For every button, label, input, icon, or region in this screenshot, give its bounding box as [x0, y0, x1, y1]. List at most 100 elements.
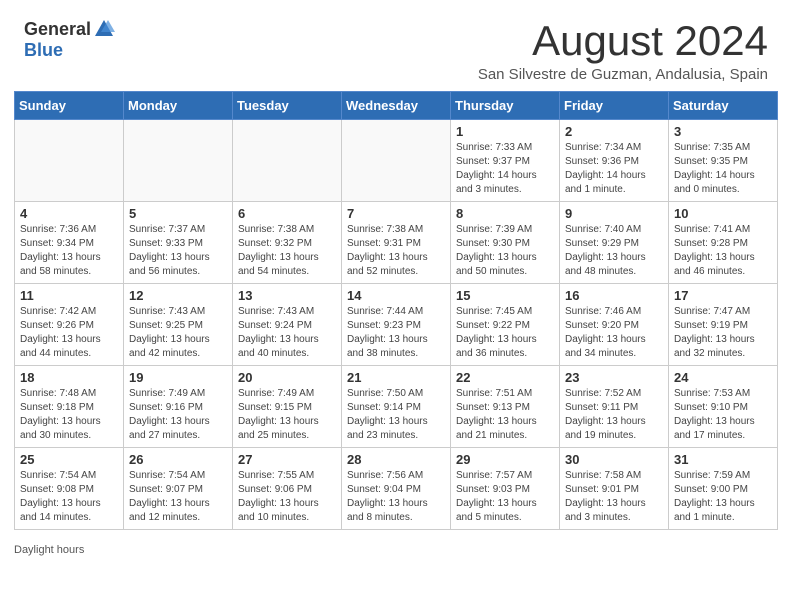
- day-number: 1: [456, 124, 554, 139]
- day-info: Sunrise: 7:33 AM Sunset: 9:37 PM Dayligh…: [456, 141, 554, 197]
- calendar-cell: 9 Sunrise: 7:40 AM Sunset: 9:29 PM Daylig…: [560, 202, 669, 284]
- calendar-cell: 30 Sunrise: 7:58 AM Sunset: 9:01 PM Dayli…: [560, 448, 669, 530]
- calendar-cell: 31 Sunrise: 7:59 AM Sunset: 9:00 PM Dayli…: [669, 448, 778, 530]
- day-info: Sunrise: 7:34 AM Sunset: 9:36 PM Dayligh…: [565, 141, 663, 197]
- day-number: 3: [674, 124, 772, 139]
- calendar-cell: 5 Sunrise: 7:37 AM Sunset: 9:33 PM Daylig…: [124, 202, 233, 284]
- calendar-cell: 27Sunrise: 7:55 AM Sunset: 9:06 PM Dayli…: [233, 448, 342, 530]
- day-number: 9: [565, 206, 663, 221]
- day-number: 2: [565, 124, 663, 139]
- day-number: 15: [456, 288, 554, 303]
- calendar-cell: 23 Sunrise: 7:52 AM Sunset: 9:11 PM Dayli…: [560, 366, 669, 448]
- calendar-cell: [233, 120, 342, 202]
- day-header-wednesday: Wednesday: [342, 92, 451, 120]
- calendar-cell: [15, 120, 124, 202]
- logo: General Blue: [24, 18, 115, 61]
- calendar-cell: 29Sunrise: 7:57 AM Sunset: 9:03 PM Dayli…: [451, 448, 560, 530]
- day-info: Sunrise: 7:58 AM Sunset: 9:01 PM Dayligh…: [565, 469, 663, 525]
- calendar-cell: 21Sunrise: 7:50 AM Sunset: 9:14 PM Dayli…: [342, 366, 451, 448]
- day-header-monday: Monday: [124, 92, 233, 120]
- day-number: 22: [456, 370, 554, 385]
- calendar-cell: 24Sunrise: 7:53 AM Sunset: 9:10 PM Dayli…: [669, 366, 778, 448]
- day-info: Sunrise: 7:47 AM Sunset: 9:19 PM Dayligh…: [674, 305, 772, 361]
- day-number: 28: [347, 452, 445, 467]
- day-number: 26: [129, 452, 227, 467]
- day-info: Sunrise: 7:51 AM Sunset: 9:13 PM Dayligh…: [456, 387, 554, 443]
- calendar-cell: 19 Sunrise: 7:49 AM Sunset: 9:16 PM Dayli…: [124, 366, 233, 448]
- day-info: Sunrise: 7:37 AM Sunset: 9:33 PM Dayligh…: [129, 223, 227, 279]
- calendar-cell: 1 Sunrise: 7:33 AM Sunset: 9:37 PM Daylig…: [451, 120, 560, 202]
- month-year: August 2024: [478, 18, 768, 64]
- day-header-friday: Friday: [560, 92, 669, 120]
- calendar-cell: [342, 120, 451, 202]
- day-info: Sunrise: 7:50 AM Sunset: 9:14 PM Dayligh…: [347, 387, 445, 443]
- day-info: Sunrise: 7:59 AM Sunset: 9:00 PM Dayligh…: [674, 469, 772, 525]
- day-number: 8: [456, 206, 554, 221]
- calendar-cell: 28 Sunrise: 7:56 AM Sunset: 9:04 PM Dayli…: [342, 448, 451, 530]
- day-info: Sunrise: 7:45 AM Sunset: 9:22 PM Dayligh…: [456, 305, 554, 361]
- day-info: Sunrise: 7:43 AM Sunset: 9:25 PM Dayligh…: [129, 305, 227, 361]
- title-area: August 2024 San Silvestre de Guzman, And…: [478, 18, 768, 83]
- day-info: Sunrise: 7:42 AM Sunset: 9:26 PM Dayligh…: [20, 305, 118, 361]
- calendar-cell: 13 Sunrise: 7:43 AM Sunset: 9:24 PM Dayli…: [233, 284, 342, 366]
- day-info: Sunrise: 7:49 AM Sunset: 9:16 PM Dayligh…: [129, 387, 227, 443]
- day-info: Sunrise: 7:53 AM Sunset: 9:10 PM Dayligh…: [674, 387, 772, 443]
- calendar-week-3: 11 Sunrise: 7:42 AM Sunset: 9:26 PM Dayli…: [15, 284, 778, 366]
- calendar-cell: [124, 120, 233, 202]
- calendar-table: SundayMondayTuesdayWednesdayThursdayFrid…: [14, 91, 778, 530]
- day-info: Sunrise: 7:35 AM Sunset: 9:35 PM Dayligh…: [674, 141, 772, 197]
- calendar-cell: 15 Sunrise: 7:45 AM Sunset: 9:22 PM Dayli…: [451, 284, 560, 366]
- day-info: Sunrise: 7:44 AM Sunset: 9:23 PM Dayligh…: [347, 305, 445, 361]
- day-number: 5: [129, 206, 227, 221]
- calendar-cell: 10Sunrise: 7:41 AM Sunset: 9:28 PM Dayli…: [669, 202, 778, 284]
- day-number: 11: [20, 288, 118, 303]
- day-number: 31: [674, 452, 772, 467]
- calendar-cell: 4 Sunrise: 7:36 AM Sunset: 9:34 PM Daylig…: [15, 202, 124, 284]
- day-info: Sunrise: 7:38 AM Sunset: 9:31 PM Dayligh…: [347, 223, 445, 279]
- day-info: Sunrise: 7:36 AM Sunset: 9:34 PM Dayligh…: [20, 223, 118, 279]
- day-info: Sunrise: 7:56 AM Sunset: 9:04 PM Dayligh…: [347, 469, 445, 525]
- day-header-tuesday: Tuesday: [233, 92, 342, 120]
- day-number: 6: [238, 206, 336, 221]
- day-info: Sunrise: 7:48 AM Sunset: 9:18 PM Dayligh…: [20, 387, 118, 443]
- page-header: General Blue August 2024 San Silvestre d…: [0, 0, 792, 91]
- day-number: 4: [20, 206, 118, 221]
- day-header-sunday: Sunday: [15, 92, 124, 120]
- day-number: 29: [456, 452, 554, 467]
- day-info: Sunrise: 7:40 AM Sunset: 9:29 PM Dayligh…: [565, 223, 663, 279]
- day-number: 23: [565, 370, 663, 385]
- calendar-cell: 6Sunrise: 7:38 AM Sunset: 9:32 PM Daylig…: [233, 202, 342, 284]
- day-number: 16: [565, 288, 663, 303]
- calendar-cell: 8 Sunrise: 7:39 AM Sunset: 9:30 PM Daylig…: [451, 202, 560, 284]
- day-info: Sunrise: 7:54 AM Sunset: 9:08 PM Dayligh…: [20, 469, 118, 525]
- calendar-cell: 17 Sunrise: 7:47 AM Sunset: 9:19 PM Dayli…: [669, 284, 778, 366]
- day-number: 30: [565, 452, 663, 467]
- day-number: 27: [238, 452, 336, 467]
- day-number: 17: [674, 288, 772, 303]
- day-info: Sunrise: 7:46 AM Sunset: 9:20 PM Dayligh…: [565, 305, 663, 361]
- logo-icon: [93, 18, 115, 40]
- day-number: 19: [129, 370, 227, 385]
- calendar-cell: 25 Sunrise: 7:54 AM Sunset: 9:08 PM Dayli…: [15, 448, 124, 530]
- day-header-thursday: Thursday: [451, 92, 560, 120]
- footer-note: Daylight hours: [0, 540, 792, 564]
- logo-general: General: [24, 19, 91, 40]
- day-number: 25: [20, 452, 118, 467]
- calendar-cell: 7Sunrise: 7:38 AM Sunset: 9:31 PM Daylig…: [342, 202, 451, 284]
- calendar-cell: 14Sunrise: 7:44 AM Sunset: 9:23 PM Dayli…: [342, 284, 451, 366]
- day-number: 18: [20, 370, 118, 385]
- calendar-cell: 22 Sunrise: 7:51 AM Sunset: 9:13 PM Dayli…: [451, 366, 560, 448]
- calendar-cell: 12Sunrise: 7:43 AM Sunset: 9:25 PM Dayli…: [124, 284, 233, 366]
- day-info: Sunrise: 7:43 AM Sunset: 9:24 PM Dayligh…: [238, 305, 336, 361]
- location: San Silvestre de Guzman, Andalusia, Spai…: [478, 66, 768, 83]
- calendar-cell: 26Sunrise: 7:54 AM Sunset: 9:07 PM Dayli…: [124, 448, 233, 530]
- logo-blue: Blue: [24, 40, 63, 61]
- calendar-cell: 11 Sunrise: 7:42 AM Sunset: 9:26 PM Dayli…: [15, 284, 124, 366]
- calendar-cell: 18 Sunrise: 7:48 AM Sunset: 9:18 PM Dayli…: [15, 366, 124, 448]
- calendar: SundayMondayTuesdayWednesdayThursdayFrid…: [0, 91, 792, 540]
- day-info: Sunrise: 7:52 AM Sunset: 9:11 PM Dayligh…: [565, 387, 663, 443]
- calendar-week-5: 25 Sunrise: 7:54 AM Sunset: 9:08 PM Dayli…: [15, 448, 778, 530]
- day-number: 20: [238, 370, 336, 385]
- day-info: Sunrise: 7:39 AM Sunset: 9:30 PM Dayligh…: [456, 223, 554, 279]
- day-number: 13: [238, 288, 336, 303]
